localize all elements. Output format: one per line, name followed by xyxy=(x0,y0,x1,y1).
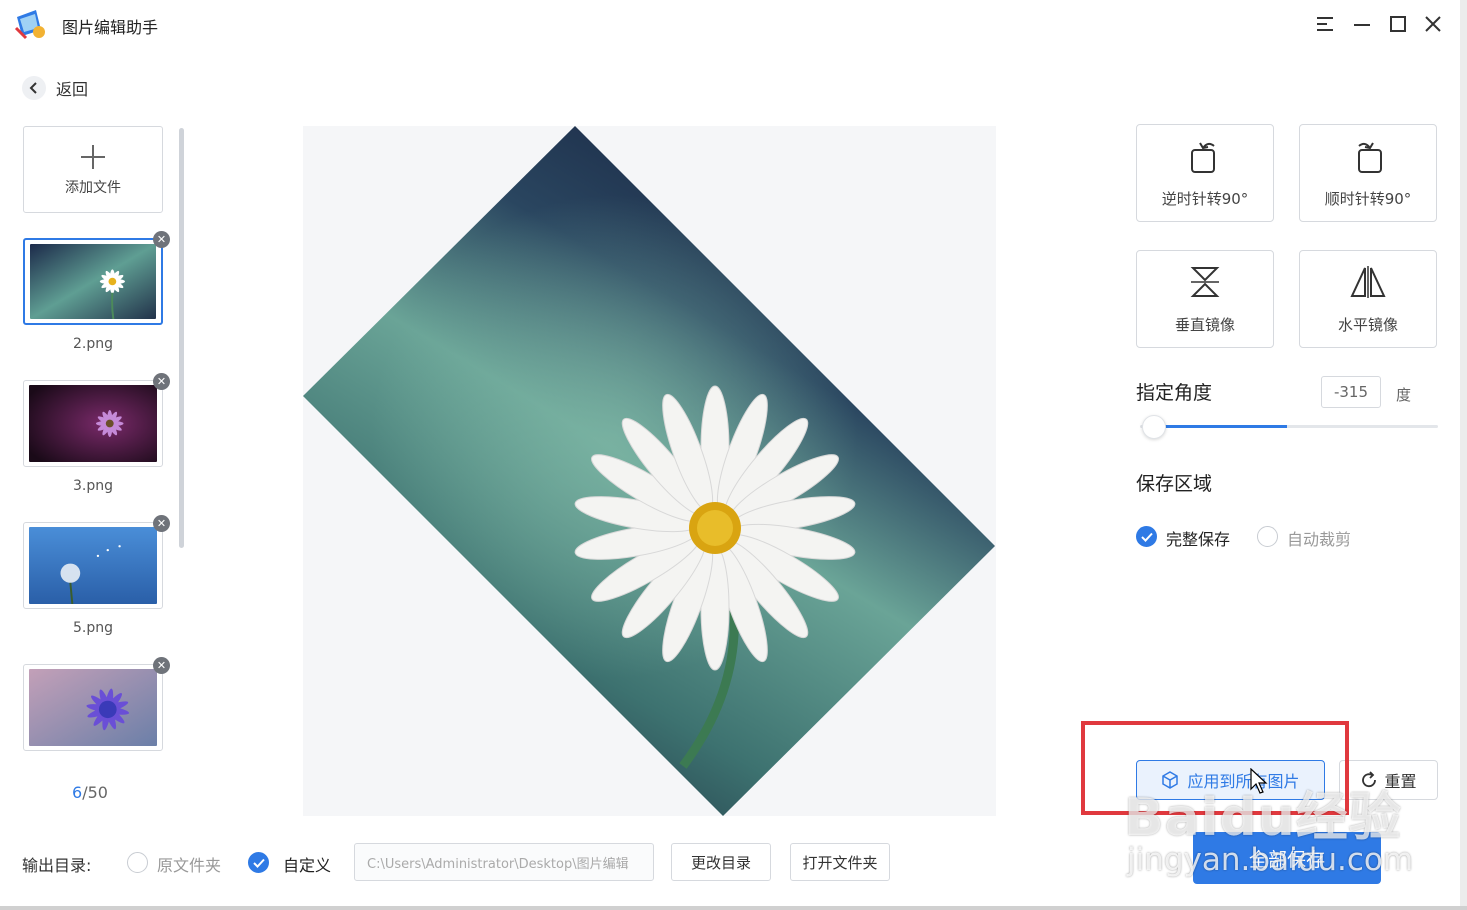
auto-crop-radio[interactable] xyxy=(1257,526,1278,547)
thumbnail-image xyxy=(30,244,156,320)
back-label: 返回 xyxy=(56,80,89,99)
remove-file-button[interactable]: ✕ xyxy=(153,373,170,390)
check-icon xyxy=(1140,532,1153,542)
rotate-cw-label: 顺时针转90° xyxy=(1324,189,1412,208)
minimize-icon[interactable] xyxy=(1348,10,1376,38)
output-dir-label: 输出目录: xyxy=(22,856,92,875)
original-folder-label: 原文件夹 xyxy=(157,856,222,875)
chevron-left-icon xyxy=(22,76,46,100)
flip-horizontal-button[interactable]: 水平镜像 xyxy=(1299,250,1437,348)
thumbnail-image xyxy=(29,527,157,605)
angle-input[interactable] xyxy=(1321,376,1381,408)
rotate-cw-icon xyxy=(1358,141,1382,173)
image-preview-canvas xyxy=(303,126,996,816)
app-logo-icon xyxy=(14,8,48,40)
file-name: 2.png xyxy=(72,336,113,352)
remove-file-button[interactable]: ✕ xyxy=(153,231,170,248)
full-save-radio[interactable] xyxy=(1136,526,1157,547)
original-folder-radio[interactable] xyxy=(127,852,148,873)
open-folder-button[interactable]: 打开文件夹 xyxy=(790,843,890,881)
rotate-ccw-label: 逆时针转90° xyxy=(1161,189,1249,208)
rotate-cw-button[interactable]: 顺时针转90° xyxy=(1299,124,1437,222)
full-save-label: 完整保存 xyxy=(1166,530,1231,549)
flip-horizontal-label: 水平镜像 xyxy=(1337,315,1398,334)
window-edge xyxy=(0,906,1467,910)
app-title: 图片编辑助手 xyxy=(62,18,159,37)
flip-horizontal-icon xyxy=(1350,265,1386,298)
watermark-logo: Baidu经验 xyxy=(1124,788,1402,848)
thumbnail-image xyxy=(29,385,157,462)
file-count-current: 6 xyxy=(72,783,83,802)
angle-slider-fill xyxy=(1154,425,1287,428)
file-thumbnail-3[interactable] xyxy=(23,380,163,467)
file-thumbnail-6[interactable] xyxy=(23,664,163,751)
file-count: 6/50 xyxy=(72,783,108,802)
window-edge xyxy=(1460,0,1467,910)
file-name: 5.png xyxy=(72,620,113,636)
angle-title: 指定角度 xyxy=(1136,382,1213,404)
file-thumbnail-5[interactable] xyxy=(23,522,163,609)
flip-vertical-icon xyxy=(1190,266,1220,297)
rotated-image-preview xyxy=(303,126,995,816)
output-path-field[interactable] xyxy=(354,843,654,881)
watermark-url: jingyan.baidu.com xyxy=(1127,842,1414,878)
change-dir-button[interactable]: 更改目录 xyxy=(671,843,771,881)
flip-vertical-button[interactable]: 垂直镜像 xyxy=(1136,250,1274,348)
add-file-button[interactable]: 添加文件 xyxy=(23,126,163,213)
thumbnail-image xyxy=(29,669,157,746)
file-list-scrollbar[interactable] xyxy=(179,128,184,548)
custom-folder-radio[interactable] xyxy=(248,852,269,873)
file-thumbnail-2[interactable] xyxy=(23,238,163,325)
menu-icon[interactable] xyxy=(1311,10,1339,38)
save-area-title: 保存区域 xyxy=(1136,473,1213,495)
angle-slider-handle[interactable] xyxy=(1142,415,1166,439)
plus-icon xyxy=(81,144,105,169)
file-count-total: /50 xyxy=(82,783,108,802)
remove-file-button[interactable]: ✕ xyxy=(153,657,170,674)
check-icon xyxy=(252,858,265,868)
rotate-ccw-button[interactable]: 逆时针转90° xyxy=(1136,124,1274,222)
maximize-icon[interactable] xyxy=(1384,10,1412,38)
angle-unit: 度 xyxy=(1396,386,1412,404)
rotate-ccw-icon xyxy=(1191,141,1215,173)
add-file-label: 添加文件 xyxy=(65,179,121,196)
close-icon[interactable] xyxy=(1419,10,1447,38)
file-name: 3.png xyxy=(72,478,113,494)
back-button[interactable]: 返回 xyxy=(22,76,88,100)
custom-folder-label: 自定义 xyxy=(283,856,332,875)
auto-crop-label: 自动裁剪 xyxy=(1287,530,1352,549)
remove-file-button[interactable]: ✕ xyxy=(153,515,170,532)
flip-vertical-label: 垂直镜像 xyxy=(1174,315,1235,334)
